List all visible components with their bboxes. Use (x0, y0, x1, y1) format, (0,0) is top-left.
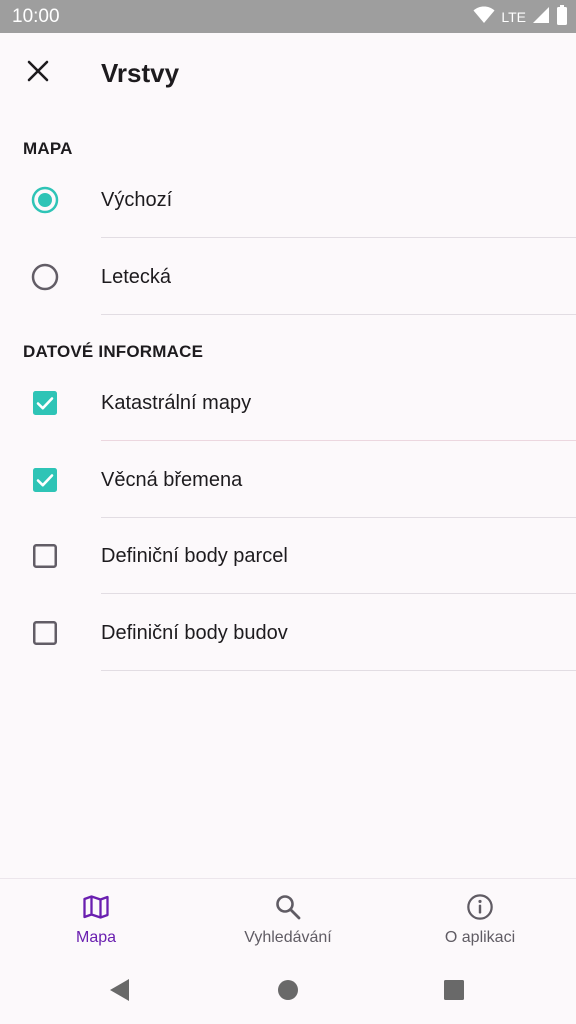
recents-button[interactable] (436, 974, 472, 1010)
nav-item-about[interactable]: O aplikaci (384, 879, 576, 961)
nav-item-map[interactable]: Mapa (0, 879, 192, 961)
info-icon (466, 893, 494, 921)
divider (101, 237, 576, 238)
page-title: Vrstvy (101, 58, 180, 88)
bottom-navigation: Mapa Vyhledávání O aplikaci (0, 878, 576, 961)
divider (101, 670, 576, 671)
checkbox-row-cadastral[interactable]: Katastrální mapy (0, 365, 576, 441)
status-time: 10:00 (12, 6, 60, 27)
wifi-icon (473, 6, 495, 29)
radio-row-default[interactable]: Výchozí (0, 162, 576, 238)
system-navigation-bar (0, 960, 576, 1024)
nav-label-about: O aplikaci (444, 929, 516, 946)
radio-selected[interactable] (23, 162, 67, 238)
checkbox-label: Katastrální mapy (101, 392, 252, 414)
checkbox-unchecked[interactable] (23, 518, 67, 594)
cell-signal-icon (532, 6, 550, 29)
nav-label-map: Mapa (75, 929, 117, 946)
checkbox-label: Věcná břemena (101, 469, 243, 491)
section-header-map: MAPA (23, 139, 73, 158)
section-header-data: DATOVÉ INFORMACE (23, 342, 204, 361)
home-icon (277, 979, 299, 1006)
checkbox-row-building-points[interactable]: Definiční body budov (0, 595, 576, 671)
close-button[interactable] (14, 49, 62, 97)
map-icon (82, 893, 110, 921)
search-icon (274, 893, 302, 921)
checkbox-unchecked[interactable] (23, 595, 67, 671)
back-button[interactable] (102, 974, 138, 1010)
close-icon (27, 60, 49, 87)
checkbox-checked[interactable] (23, 365, 67, 441)
status-bar: 10:00 LTE (0, 0, 576, 33)
divider (101, 440, 576, 441)
nav-item-search[interactable]: Vyhledávání (192, 879, 384, 961)
network-type: LTE (501, 9, 526, 25)
nav-label-search: Vyhledávání (244, 929, 332, 946)
radio-label: Výchozí (101, 189, 173, 211)
divider (101, 314, 576, 315)
app-bar: Vrstvy (0, 33, 576, 113)
checkbox-checked[interactable] (23, 442, 67, 518)
home-button[interactable] (270, 974, 306, 1010)
recents-icon (443, 979, 465, 1006)
battery-icon (556, 4, 568, 30)
checkbox-label: Definiční body budov (101, 622, 288, 644)
back-icon (109, 978, 131, 1007)
radio-row-aerial[interactable]: Letecká (0, 239, 576, 315)
status-icons: LTE (473, 4, 568, 30)
checkbox-row-parcel-points[interactable]: Definiční body parcel (0, 518, 576, 594)
radio-label: Letecká (101, 266, 172, 288)
checkbox-row-easements[interactable]: Věcná břemena (0, 442, 576, 518)
checkbox-label: Definiční body parcel (101, 545, 288, 567)
radio-unselected[interactable] (23, 239, 67, 315)
divider (101, 593, 576, 594)
